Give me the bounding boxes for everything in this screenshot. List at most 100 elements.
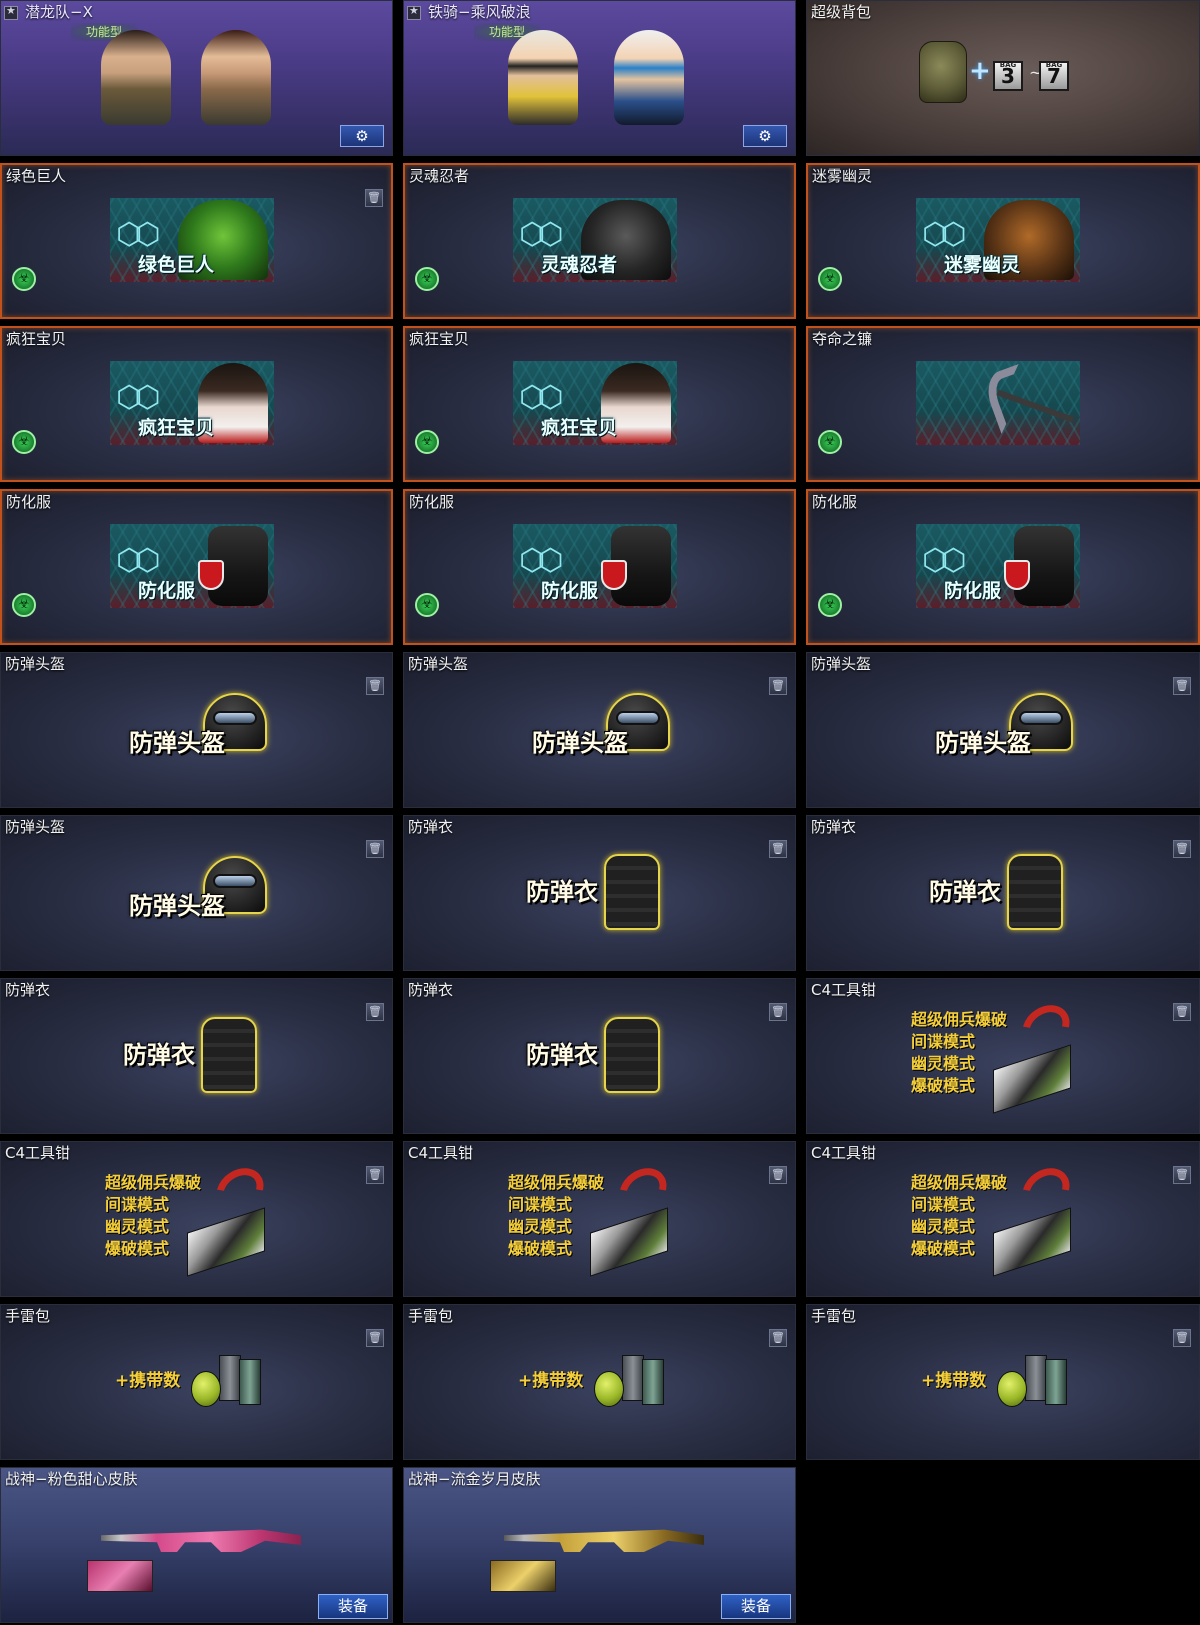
item-card[interactable]: 战神−流金岁月皮肤 装备: [403, 1467, 796, 1623]
trash-icon[interactable]: 🗑: [1173, 1166, 1191, 1184]
item-title: 手雷包: [811, 1307, 857, 1325]
item-card[interactable]: 疯狂宝贝 ⬡⬡ 疯狂宝贝 ☣: [403, 326, 796, 482]
settings-button[interactable]: ⚙: [340, 125, 384, 147]
item-title: C4工具钳: [408, 1144, 474, 1162]
trash-icon[interactable]: 🗑: [1173, 677, 1191, 695]
vest-icon: [1007, 854, 1063, 930]
item-card[interactable]: 防弹衣 🗑 防弹衣: [403, 815, 796, 971]
vest-icon: [604, 854, 660, 930]
item-card[interactable]: 防弹衣 🗑 防弹衣: [806, 815, 1200, 971]
item-card[interactable]: 防弹头盔 🗑 防弹头盔: [806, 652, 1200, 808]
trash-icon[interactable]: 🗑: [769, 840, 787, 858]
inventory-grid: 潜龙队−X 功能型 ⚙ 铁骑−乘风破浪 功能型 ⚙ 超级背包 + BAG3 ~ …: [0, 0, 1200, 1623]
item-image: ⬡⬡ 绿色巨人: [110, 198, 274, 282]
item-title: 疯狂宝贝: [6, 330, 67, 348]
item-image-label: 防弹头盔: [129, 729, 225, 757]
item-image-label: 疯狂宝贝: [541, 417, 618, 439]
item-card[interactable]: 防弹头盔 🗑 防弹头盔: [0, 815, 393, 971]
item-image-label: 绿色巨人: [138, 254, 215, 276]
item-image: ⬡⬡ 疯狂宝贝: [513, 361, 677, 445]
item-card[interactable]: 手雷包 🗑 +携带数: [0, 1304, 393, 1460]
grenade-icon: [594, 1371, 624, 1407]
item-image: ⬡⬡ 疯狂宝贝: [110, 361, 274, 445]
item-title: 绿色巨人: [6, 167, 67, 185]
item-card[interactable]: 防化服 ⬡⬡ 防化服 ☣: [806, 489, 1200, 645]
item-title: C4工具钳: [811, 981, 877, 999]
trash-icon[interactable]: 🗑: [1173, 840, 1191, 858]
trash-icon[interactable]: 🗑: [366, 677, 384, 695]
trash-icon[interactable]: 🗑: [1173, 1003, 1191, 1021]
gear-icon: ⚙: [758, 127, 772, 145]
item-card[interactable]: 手雷包 🗑 +携带数: [806, 1304, 1200, 1460]
item-card[interactable]: 防化服 ⬡⬡ 防化服 ☣: [403, 489, 796, 645]
character-portrait: [201, 30, 271, 125]
hexagon-icon: ⬡⬡: [519, 217, 563, 252]
item-card[interactable]: 手雷包 🗑 +携带数: [403, 1304, 796, 1460]
item-card[interactable]: 夺命之镰 ☣: [806, 326, 1200, 482]
item-card[interactable]: 防弹衣 🗑 防弹衣: [403, 978, 796, 1134]
trash-icon[interactable]: 🗑: [769, 1329, 787, 1347]
item-image-label: 疯狂宝贝: [138, 417, 215, 439]
item-card[interactable]: 防弹头盔 🗑 防弹头盔: [0, 652, 393, 808]
item-image: ⬡⬡ 防化服: [110, 524, 274, 608]
trash-icon[interactable]: 🗑: [366, 840, 384, 858]
item-card[interactable]: C4工具钳 🗑 超级佣兵爆破 间谍模式 幽灵模式 爆破模式: [403, 1141, 796, 1297]
equip-button[interactable]: 装备: [318, 1594, 388, 1619]
hexagon-icon: ⬡⬡: [116, 380, 160, 415]
item-card[interactable]: 超级背包 + BAG 3 ~ BAG 7: [806, 0, 1200, 156]
item-card[interactable]: C4工具钳 🗑 超级佣兵爆破 间谍模式 幽灵模式 爆破模式: [806, 978, 1200, 1134]
item-card[interactable]: 迷雾幽灵 ⬡⬡ 迷雾幽灵 ☣: [806, 163, 1200, 319]
plus-icon: +: [969, 56, 991, 86]
item-card[interactable]: C4工具钳 🗑 超级佣兵爆破 间谍模式 幽灵模式 爆破模式: [0, 1141, 393, 1297]
item-card[interactable]: 防弹头盔 🗑 防弹头盔: [403, 652, 796, 808]
hexagon-icon: ⬡⬡: [519, 380, 563, 415]
hexagon-icon: ⬡⬡: [922, 217, 966, 252]
trash-icon[interactable]: 🗑: [1173, 1329, 1191, 1347]
canister-icon: [239, 1359, 261, 1405]
item-image-label: 防化服: [138, 580, 196, 602]
trash-icon[interactable]: 🗑: [365, 189, 383, 207]
vest-icon: [201, 1017, 257, 1093]
character-portrait: [614, 30, 684, 125]
character-portrait: [508, 30, 578, 125]
trash-icon[interactable]: 🗑: [366, 1166, 384, 1184]
trash-icon[interactable]: 🗑: [366, 1003, 384, 1021]
item-image: ⬡⬡ 迷雾幽灵: [916, 198, 1080, 282]
item-image: ⬡⬡ 灵魂忍者: [513, 198, 677, 282]
item-title: C4工具钳: [811, 1144, 877, 1162]
item-card[interactable]: 灵魂忍者 ⬡⬡ 灵魂忍者 ☣: [403, 163, 796, 319]
character-card[interactable]: 潜龙队−X 功能型 ⚙: [0, 0, 393, 156]
canister-icon: [1025, 1355, 1047, 1401]
item-card[interactable]: 防弹衣 🗑 防弹衣: [0, 978, 393, 1134]
item-card[interactable]: 绿色巨人 🗑 ⬡⬡ 绿色巨人 ☣: [0, 163, 393, 319]
trash-icon[interactable]: 🗑: [769, 1003, 787, 1021]
gear-icon: ⚙: [355, 127, 369, 145]
item-image-label: 灵魂忍者: [541, 254, 618, 276]
equip-button[interactable]: 装备: [721, 1594, 791, 1619]
item-title: 防弹衣: [408, 818, 454, 836]
item-image-label: +携带数: [921, 1371, 987, 1391]
backpack-icon: [919, 41, 967, 103]
rifle-icon: [101, 1529, 301, 1552]
item-image-label: 防弹衣: [123, 1041, 195, 1069]
canister-icon: [219, 1355, 241, 1401]
mode-list: 超级佣兵爆破 间谍模式 幽灵模式 爆破模式: [105, 1173, 202, 1258]
item-card[interactable]: 疯狂宝贝 ⬡⬡ 疯狂宝贝 ☣: [0, 326, 393, 482]
item-title: 手雷包: [5, 1307, 51, 1325]
hexagon-icon: ⬡⬡: [116, 543, 160, 578]
item-image-label: 防弹头盔: [532, 729, 628, 757]
character-card[interactable]: 铁骑−乘风破浪 功能型 ⚙: [403, 0, 796, 156]
item-title: 疯狂宝贝: [409, 330, 470, 348]
item-card[interactable]: C4工具钳 🗑 超级佣兵爆破 间谍模式 幽灵模式 爆破模式: [806, 1141, 1200, 1297]
item-title: 防弹头盔: [5, 818, 66, 836]
trash-icon[interactable]: 🗑: [366, 1329, 384, 1347]
item-title: 防化服: [812, 493, 858, 511]
trash-icon[interactable]: 🗑: [769, 1166, 787, 1184]
item-card[interactable]: 战神−粉色甜心皮肤 装备: [0, 1467, 393, 1623]
settings-button[interactable]: ⚙: [743, 125, 787, 147]
hexagon-icon: ⬡⬡: [519, 543, 563, 578]
rifle-icon: [504, 1529, 704, 1552]
trash-icon[interactable]: 🗑: [769, 677, 787, 695]
item-card[interactable]: 防化服 ⬡⬡ 防化服 ☣: [0, 489, 393, 645]
character-portrait: [101, 30, 171, 125]
